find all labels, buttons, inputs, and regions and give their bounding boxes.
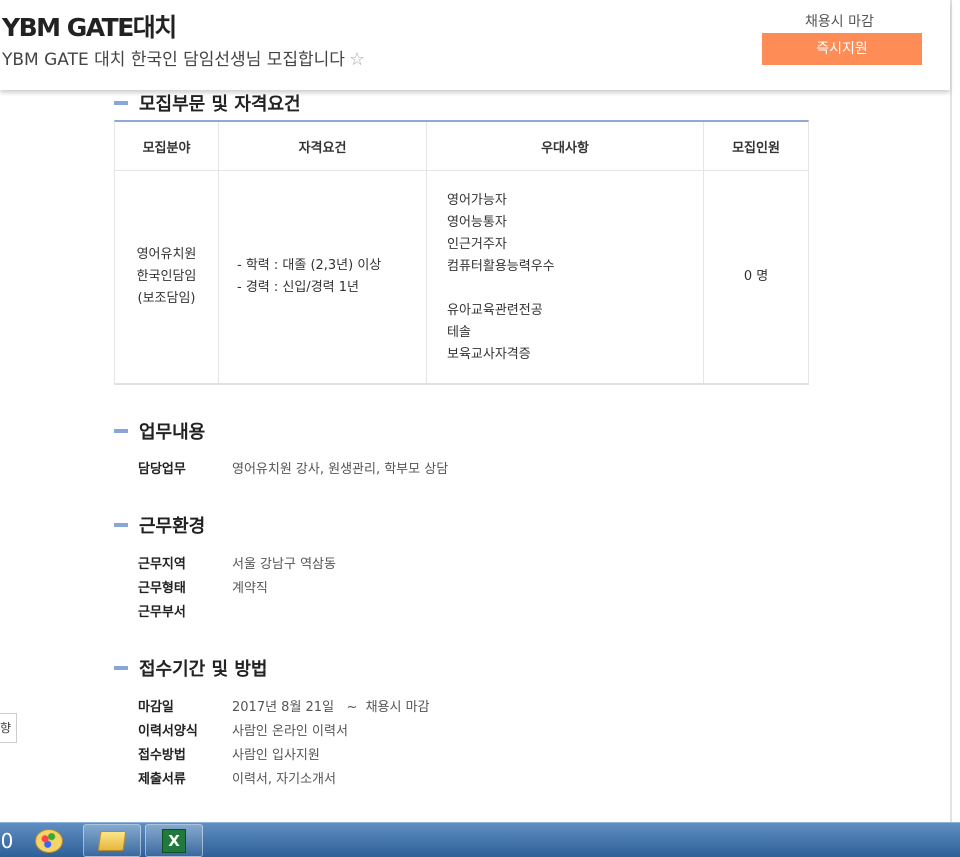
start-button[interactable]: 0 xyxy=(0,824,14,857)
col-header-headcount: 모집인원 xyxy=(732,140,780,156)
preference-item: 유아교육관련전공 xyxy=(447,303,543,318)
star-icon[interactable]: ☆ xyxy=(349,49,365,70)
detail-key: 담당업무 xyxy=(138,462,186,477)
section-title-duties: 업무내용 xyxy=(114,418,205,444)
col-header-field: 모집분야 xyxy=(115,122,219,170)
detail-key: 이력서양식 xyxy=(138,724,198,739)
qualifications-cell: - 학력 : 대졸 (2,3년) 이상 - 경력 : 신입/경력 1년 xyxy=(219,171,427,383)
section-title-requirements: 모집부문 및 자격요건 xyxy=(114,90,301,116)
field-line: 영어유치원 xyxy=(136,247,197,262)
taskbar-paint-button[interactable] xyxy=(20,824,78,857)
detail-value: 영어유치원 강사, 원생관리, 학부모 상담 xyxy=(232,462,449,477)
taskbar-explorer-button[interactable] xyxy=(83,824,141,857)
detail-key: 근무지역 xyxy=(138,557,186,572)
detail-row-duty: 담당업무 영어유치원 강사, 원생관리, 학부모 상담 xyxy=(138,458,448,477)
headcount-cell: 0 명 xyxy=(704,171,808,383)
preference-item: 영어능통자 xyxy=(447,215,507,230)
detail-row-employment-type: 근무형태 계약직 xyxy=(138,577,268,596)
detail-row-deadline: 마감일 2017년 8월 21일 ~ 채용시 마감 xyxy=(138,696,430,715)
preference-item: 보육교사자격증 xyxy=(447,347,531,362)
apply-now-button[interactable]: 즉시지원 xyxy=(762,33,922,65)
detail-value: 사람인 온라인 이력서 xyxy=(232,724,348,739)
qualification-line: - 경력 : 신입/경력 1년 xyxy=(237,280,359,295)
job-header: YBM GATE대치 YBM GATE 대치 한국인 담임선생님 모집합니다 ☆ … xyxy=(0,0,950,90)
detail-value: 계약직 xyxy=(232,581,268,596)
section-title-text: 근무환경 xyxy=(139,516,206,537)
headcount-value: 0 명 xyxy=(743,269,769,284)
table-header-row: 모집분야 자격요건 우대사항 모집인원 xyxy=(115,122,808,171)
qualification-line: - 학력 : 대졸 (2,3년) 이상 xyxy=(237,258,382,273)
paint-icon xyxy=(35,828,63,853)
taskbar: 0 X xyxy=(0,822,960,857)
detail-key: 제출서류 xyxy=(138,772,186,787)
col-header-preferences: 우대사항 xyxy=(427,122,704,170)
section-bar-icon xyxy=(114,666,128,670)
section-bar-icon xyxy=(114,523,128,527)
page-scrollbar-edge xyxy=(950,0,952,822)
section-bar-icon xyxy=(114,429,128,433)
company-name[interactable]: YBM GATE대치 xyxy=(2,8,177,44)
detail-row-documents: 제출서류 이력서, 자기소개서 xyxy=(138,768,336,787)
detail-value: 사람인 입사지원 xyxy=(232,748,320,763)
section-bar-icon xyxy=(114,101,128,105)
section-title-application: 접수기간 및 방법 xyxy=(114,655,267,681)
preference-item: 테솔 xyxy=(447,325,471,340)
taskbar-excel-button[interactable]: X xyxy=(145,824,203,857)
detail-value: 2017년 8월 21일 ~ 채용시 마감 xyxy=(232,700,430,715)
section-title-text: 모집부문 및 자격요건 xyxy=(139,94,301,115)
section-title-text: 접수기간 및 방법 xyxy=(139,659,268,680)
field-cell: 영어유치원 한국인담임 (보조담임) xyxy=(115,171,219,383)
detail-value: 이력서, 자기소개서 xyxy=(232,772,336,787)
side-floating-tab[interactable]: 향 xyxy=(0,713,17,743)
detail-key: 마감일 xyxy=(138,700,174,715)
detail-key: 근무형태 xyxy=(138,581,186,596)
detail-row-location: 근무지역 서울 강남구 역삼동 xyxy=(138,553,336,572)
section-title-environment: 근무환경 xyxy=(114,512,205,538)
detail-row-resume-format: 이력서양식 사람인 온라인 이력서 xyxy=(138,720,348,739)
job-title-text: YBM GATE 대치 한국인 담임선생님 모집합니다 xyxy=(2,50,345,70)
detail-key: 접수방법 xyxy=(138,748,186,763)
preference-item: 인근거주자 xyxy=(447,237,507,252)
deadline-label: 채용시 마감 xyxy=(805,14,874,30)
preferences-cell: 영어가능자 영어능통자 인근거주자 컴퓨터활용능력우수 유아교육관련전공 테솔 … xyxy=(427,171,704,383)
preference-item: 컴퓨터활용능력우수 xyxy=(447,259,555,274)
preference-item: 영어가능자 xyxy=(447,193,507,208)
detail-value: 서울 강남구 역삼동 xyxy=(232,557,336,572)
preference-spacer xyxy=(447,278,703,300)
job-title: YBM GATE 대치 한국인 담임선생님 모집합니다 ☆ xyxy=(2,45,365,70)
detail-key: 근무부서 xyxy=(138,605,186,620)
field-line: 한국인담임 xyxy=(136,269,197,284)
requirements-table: 모집분야 자격요건 우대사항 모집인원 영어유치원 한국인담임 (보조담임) -… xyxy=(114,120,809,385)
table-row: 영어유치원 한국인담임 (보조담임) - 학력 : 대졸 (2,3년) 이상 -… xyxy=(115,171,808,383)
col-header-qualifications: 자격요건 xyxy=(219,122,427,170)
detail-row-apply-method: 접수방법 사람인 입사지원 xyxy=(138,744,320,763)
windows-explorer-icon xyxy=(97,830,127,851)
section-title-text: 업무내용 xyxy=(139,422,206,443)
detail-row-department: 근무부서 xyxy=(138,601,232,620)
field-line: (보조담임) xyxy=(137,291,196,306)
excel-icon: X xyxy=(162,828,186,853)
